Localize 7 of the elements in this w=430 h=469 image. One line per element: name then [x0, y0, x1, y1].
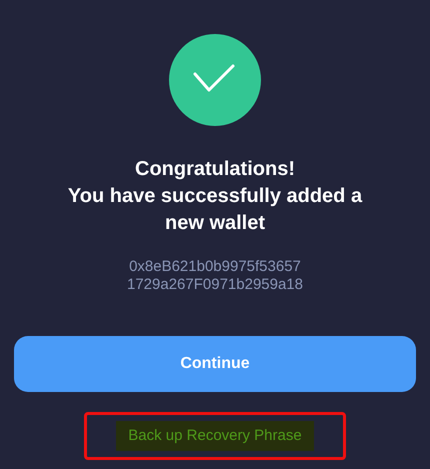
success-check-icon: [169, 34, 261, 126]
backup-link[interactable]: Back up Recovery Phrase: [116, 420, 314, 452]
wallet-address: 1729a267F0971b2959a18: [126, 276, 303, 294]
title-text: Congratulations!: [135, 157, 295, 182]
wallet-address: 0x8eB621b0b9975f53657: [129, 258, 301, 276]
continue-button[interactable]: Continue: [14, 336, 416, 392]
title-text: You have successfully added a new wallet: [66, 184, 364, 236]
